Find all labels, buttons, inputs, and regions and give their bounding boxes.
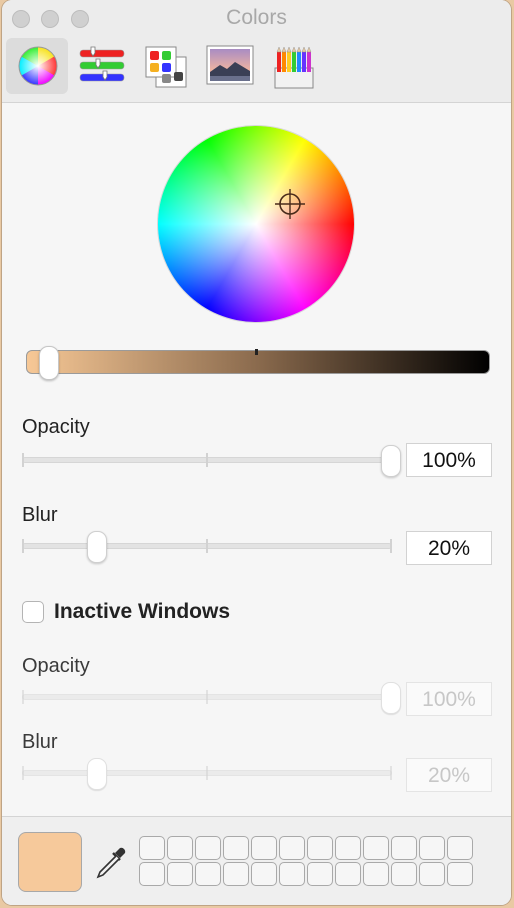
slider-tick xyxy=(22,453,24,467)
custom-swatch-cell[interactable] xyxy=(223,862,249,886)
inactive-opacity-value-field: 100% xyxy=(406,682,492,716)
inactive-blur-slider-thumb xyxy=(86,758,107,790)
window-title: Colors xyxy=(226,6,287,29)
custom-swatch-cell[interactable] xyxy=(419,862,445,886)
inactive-opacity-slider-thumb xyxy=(381,682,401,714)
slider-tick xyxy=(206,539,208,553)
brightness-slider-thumb[interactable] xyxy=(39,346,60,380)
custom-swatch-cell[interactable] xyxy=(251,862,277,886)
inactive-blur-value-field: 20% xyxy=(406,758,492,792)
custom-swatch-cell[interactable] xyxy=(279,862,305,886)
opacity-value-field[interactable]: 100% xyxy=(406,443,492,477)
custom-swatch-cell[interactable] xyxy=(419,836,445,860)
slider-tick xyxy=(206,453,208,467)
custom-swatch-cell[interactable] xyxy=(447,836,473,860)
custom-swatch-cell[interactable] xyxy=(195,836,221,860)
slider-tick xyxy=(390,539,392,553)
custom-swatch-cell[interactable] xyxy=(391,836,417,860)
custom-swatch-cell[interactable] xyxy=(363,862,389,886)
custom-swatch-cell[interactable] xyxy=(195,862,221,886)
color-palettes-tab[interactable] xyxy=(140,38,202,94)
custom-swatch-cell[interactable] xyxy=(335,836,361,860)
custom-swatch-cell[interactable] xyxy=(279,836,305,860)
brightness-slider[interactable] xyxy=(26,350,490,374)
current-color-swatch[interactable] xyxy=(18,832,82,892)
slider-tick xyxy=(206,766,208,780)
custom-swatch-cell[interactable] xyxy=(139,862,165,886)
colors-window: Colors Opacity 100% Blur 20% Inactive Wi… xyxy=(2,0,511,905)
opacity-label: Opacity xyxy=(22,416,90,438)
custom-swatch-cell[interactable] xyxy=(307,862,333,886)
inactive-opacity-label: Opacity xyxy=(22,655,90,677)
custom-swatch-cell[interactable] xyxy=(139,836,165,860)
slider-tick xyxy=(22,690,24,704)
slider-tick xyxy=(206,690,208,704)
inactive-blur-label: Blur xyxy=(22,731,58,753)
blur-label: Blur xyxy=(22,504,58,526)
custom-swatch-cell[interactable] xyxy=(223,836,249,860)
custom-swatch-grid xyxy=(139,836,473,886)
color-sliders-tab[interactable] xyxy=(74,38,136,94)
color-crosshair-icon[interactable] xyxy=(274,188,306,220)
eyedropper-icon[interactable] xyxy=(92,844,128,880)
custom-swatch-cell[interactable] xyxy=(307,836,333,860)
slider-tick xyxy=(22,539,24,553)
brightness-midpoint-mark xyxy=(255,349,258,355)
inactive-windows-checkbox[interactable] xyxy=(22,601,44,623)
custom-swatch-cell[interactable] xyxy=(167,862,193,886)
custom-swatch-cell[interactable] xyxy=(391,862,417,886)
slider-tick xyxy=(22,766,24,780)
custom-swatch-cell[interactable] xyxy=(167,836,193,860)
sliders-icon xyxy=(79,46,125,82)
image-palettes-tab[interactable] xyxy=(202,38,264,94)
pencils-icon xyxy=(274,46,314,89)
palettes-icon xyxy=(145,46,187,88)
blur-slider-thumb[interactable] xyxy=(86,531,107,563)
custom-swatch-cell[interactable] xyxy=(363,836,389,860)
color-wheel[interactable] xyxy=(158,126,354,322)
inactive-windows-label: Inactive Windows xyxy=(54,600,231,623)
custom-swatch-cell[interactable] xyxy=(251,836,277,860)
color-wheel-tab[interactable] xyxy=(6,38,68,94)
landscape-image-icon xyxy=(206,45,254,85)
custom-swatch-cell[interactable] xyxy=(335,862,361,886)
slider-tick xyxy=(390,766,392,780)
opacity-slider-thumb[interactable] xyxy=(381,445,401,477)
custom-swatch-cell[interactable] xyxy=(447,862,473,886)
color-wheel-icon xyxy=(18,46,58,86)
pencils-tab[interactable] xyxy=(266,38,328,94)
blur-value-field[interactable]: 20% xyxy=(406,531,492,565)
titlebar: Colors xyxy=(2,0,511,103)
